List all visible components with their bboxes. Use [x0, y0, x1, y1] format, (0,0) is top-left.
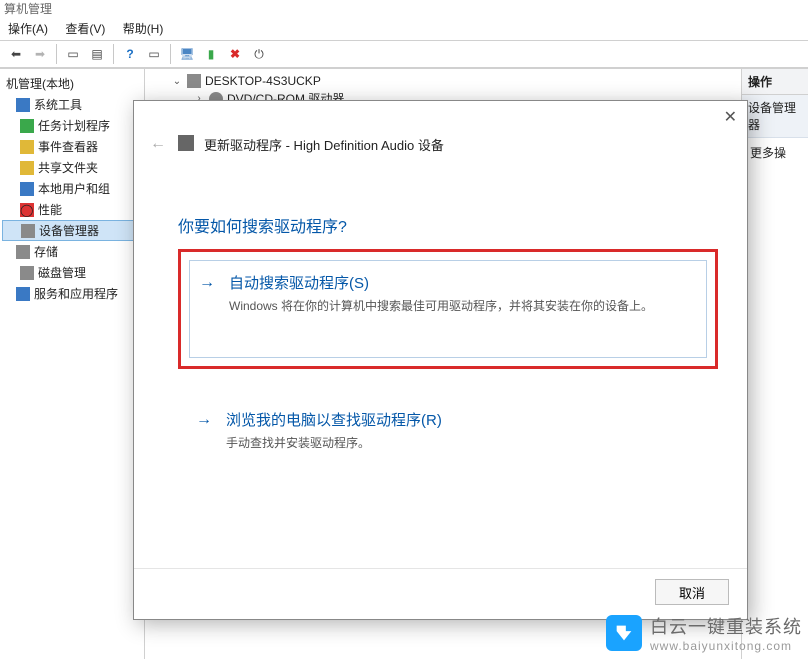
actions-more[interactable]: 更多操 — [742, 138, 808, 167]
arrow-right-icon: → — [199, 274, 215, 292]
left-group-storage[interactable]: 存储 — [2, 241, 142, 262]
dialog-separator — [134, 568, 747, 569]
sidebar-item-device-manager[interactable]: 设备管理器 — [2, 220, 142, 241]
actions-header: 操作 — [742, 69, 808, 95]
toolbar-btn-2[interactable]: ▤ — [87, 44, 107, 64]
window-title: 算机管理 — [0, 0, 808, 18]
sidebar-item-shared-folders[interactable]: 共享文件夹 — [2, 157, 142, 178]
arrow-right-icon: → — [196, 411, 212, 429]
driver-update-dialog: ✕ ← 更新驱动程序 - High Definition Audio 设备 你要… — [133, 100, 748, 620]
watermark: 白云一键重装系统 www.baiyunxitong.com — [606, 613, 802, 653]
option2-title: 浏览我的电脑以查找驱动程序(R) — [226, 409, 700, 430]
left-group-services[interactable]: 服务和应用程序 — [2, 283, 142, 304]
monitor-icon[interactable]: 🖥 — [177, 44, 197, 64]
watermark-logo — [606, 615, 642, 651]
sidebar-item-local-users[interactable]: 本地用户和组 — [2, 178, 142, 199]
watermark-cn: 白云一键重装系统 — [650, 613, 802, 639]
menu-view[interactable]: 查看(V) — [65, 22, 105, 36]
event-icon — [20, 140, 34, 154]
tree-root-label: DESKTOP-4S3UCKP — [205, 74, 321, 88]
collapse-icon[interactable]: ⌄ — [171, 75, 183, 87]
toolbar-btn-1[interactable]: ▭ — [63, 44, 83, 64]
toolbar: ⬅ ➡ ▭ ▤ ? ▭ 🖥 ▮ ✖ ⏻ — [0, 40, 808, 68]
watermark-en: www.baiyunxitong.com — [650, 639, 802, 653]
delete-icon[interactable]: ✖ — [225, 44, 245, 64]
tools-icon — [16, 98, 30, 112]
actions-pane: 操作 设备管理器 更多操 — [741, 69, 808, 659]
actions-sub: 设备管理器 — [742, 95, 808, 138]
power-icon[interactable]: ⏻ — [249, 44, 269, 64]
sidebar-item-disk-mgmt[interactable]: 磁盘管理 — [2, 262, 142, 283]
computer-icon — [187, 74, 201, 88]
scan-icon[interactable]: ▮ — [201, 44, 221, 64]
device-icon — [178, 135, 194, 151]
sidebar-item-event-viewer[interactable]: 事件查看器 — [2, 136, 142, 157]
task-icon — [20, 119, 34, 133]
toolbar-divider — [113, 44, 114, 64]
option-auto-search[interactable] — [189, 260, 707, 358]
option-auto-search-highlight: → 自动搜索驱动程序(S) Windows 将在你的计算机中搜索最佳可用驱动程序… — [178, 249, 718, 369]
option-browse-computer[interactable]: → 浏览我的电脑以查找驱动程序(R) 手动查找并安装驱动程序。 — [178, 389, 718, 477]
dialog-title: 更新驱动程序 - High Definition Audio 设备 — [204, 135, 444, 154]
toolbar-divider — [170, 44, 171, 64]
tree-root[interactable]: ⌄ DESKTOP-4S3UCKP — [151, 73, 735, 89]
users-icon — [20, 182, 34, 196]
left-group-systools[interactable]: 系统工具 — [2, 94, 142, 115]
left-root[interactable]: 机管理(本地) — [2, 73, 142, 94]
option2-desc: 手动查找并安装驱动程序。 — [226, 434, 700, 451]
menu-help[interactable]: 帮助(H) — [123, 22, 164, 36]
sidebar-item-task-scheduler[interactable]: 任务计划程序 — [2, 115, 142, 136]
sidebar-item-performance[interactable]: ◯性能 — [2, 199, 142, 220]
device-icon — [21, 224, 35, 238]
menubar: 操作(A) 查看(V) 帮助(H) — [0, 18, 808, 40]
back-arrow-icon[interactable]: ← — [150, 135, 166, 153]
cancel-button[interactable]: 取消 — [655, 579, 729, 605]
forward-button[interactable]: ➡ — [30, 44, 50, 64]
help-icon[interactable]: ? — [120, 44, 140, 64]
close-icon[interactable]: ✕ — [724, 107, 737, 127]
toolbar-btn-3[interactable]: ▭ — [144, 44, 164, 64]
back-button[interactable]: ⬅ — [6, 44, 26, 64]
disk-icon — [20, 266, 34, 280]
dialog-question: 你要如何搜索驱动程序? — [178, 213, 347, 237]
storage-icon — [16, 245, 30, 259]
toolbar-divider — [56, 44, 57, 64]
perf-icon: ◯ — [20, 203, 34, 217]
folder-icon — [20, 161, 34, 175]
left-tree-pane: 机管理(本地) 系统工具 任务计划程序 事件查看器 共享文件夹 本地用户和组 ◯… — [0, 69, 145, 659]
services-icon — [16, 287, 30, 301]
menu-action[interactable]: 操作(A) — [8, 22, 48, 36]
